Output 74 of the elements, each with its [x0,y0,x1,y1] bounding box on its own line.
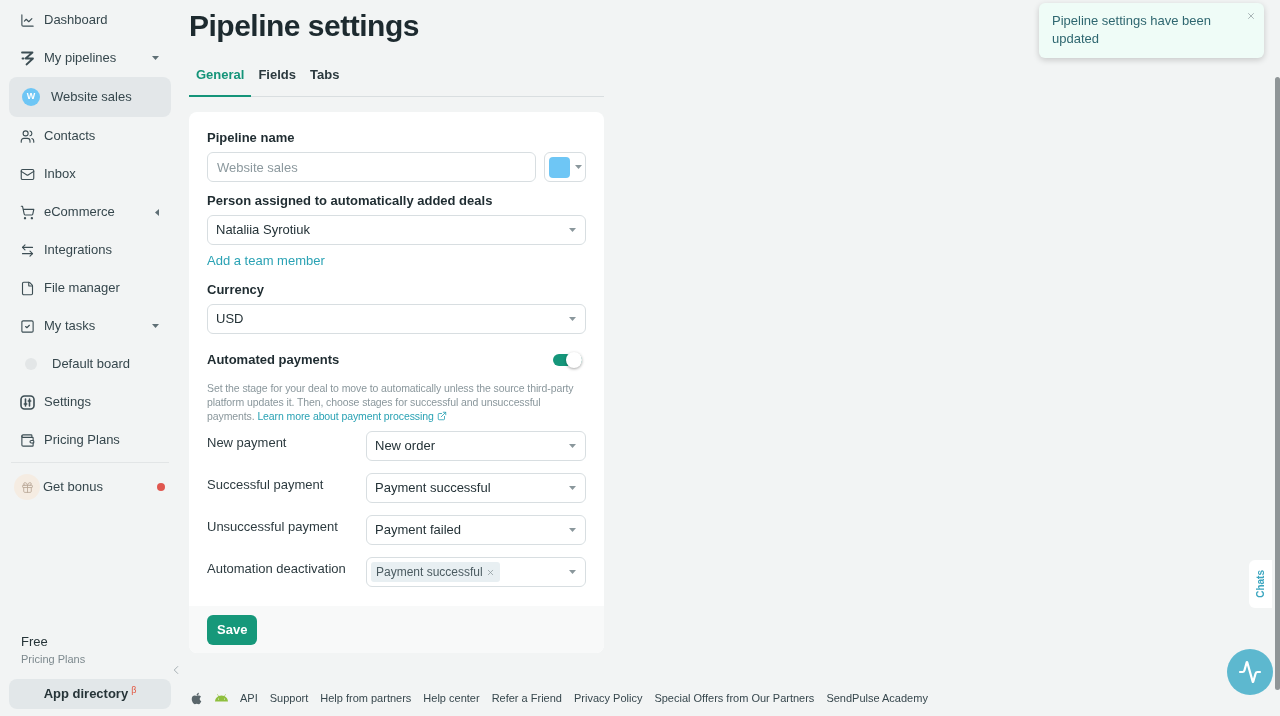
sidebar-item[interactable]: File manager [9,269,171,307]
close-icon [1246,11,1256,21]
plan-name: Free [21,634,48,650]
footer-link[interactable]: Support [269,689,309,707]
sidebar-item[interactable]: Default board [9,345,171,383]
sliders-icon [20,394,35,410]
close-icon [485,567,495,577]
description-text: Set the stage for your deal to move to automatically unless the source third-party platform updates it. Then, choose stages for successful and unsuccessful payments. Learn more about payment processing [207,381,575,423]
stage-multiselect[interactable]: Payment successful [366,557,586,587]
close-button[interactable] [1246,11,1256,21]
check-square-icon [20,318,35,334]
caret-down-icon [569,228,576,232]
sidebar-item[interactable]: Inbox [9,155,171,193]
gift-icon [14,474,40,500]
file-icon [20,280,35,296]
footer-link[interactable]: Help center [423,689,480,707]
users-icon [20,128,35,144]
caret-down-icon [569,528,576,532]
caret-down-icon [575,165,582,169]
wallet-icon [20,432,35,448]
avatar: W [22,88,40,106]
save-button[interactable]: Save [207,615,258,645]
stage-select[interactable]: Payment failed [366,515,586,545]
caret-down-icon [569,570,576,574]
caret-down-icon [569,444,576,448]
toast-message: Pipeline settings have been updated [1052,12,1212,48]
cart-icon [20,204,35,220]
section-title: Automated payments [207,352,340,368]
external-link-icon [436,411,447,421]
arrows-icon [20,242,35,258]
assignee-select[interactable]: Nataliia Syrotiuk [207,215,586,245]
stage-select[interactable]: Payment successful [366,473,586,503]
scrollbar-thumb[interactable] [1275,77,1280,690]
sidebar-item[interactable]: Contacts [9,117,171,155]
zigzag-icon [20,50,35,66]
footer-link[interactable]: Special Offers from Our Partners [654,689,815,707]
footer-link[interactable]: API [240,689,258,707]
field-label: Pipeline name [207,130,296,146]
footer-link[interactable]: Refer a Friend [491,689,562,707]
chart-line-icon [20,12,35,28]
footer-link[interactable]: Help from partners [320,689,412,707]
mail-icon [20,166,35,182]
caret-down-icon [569,317,576,321]
page-title: Pipeline settings [189,8,419,44]
stage-select[interactable]: New order [366,431,586,461]
footer-link[interactable]: SendPulse Academy [826,689,928,707]
tab[interactable]: Fields [251,54,303,97]
apple-logo-icon[interactable] [190,691,203,705]
footer-link[interactable]: Privacy Policy [573,689,643,707]
field-label: Person assigned to automatically added deals [207,193,494,209]
pulse-icon [1238,660,1262,684]
sidebar-item[interactable]: Settings [9,383,171,421]
toggle-switch[interactable] [553,354,582,366]
field-label: New payment [207,434,288,451]
sidebar-item[interactable]: Integrations [9,231,171,269]
field-label: Automation deactivation [207,560,347,577]
sidebar-item[interactable]: My pipelines [9,39,171,77]
currency-select[interactable]: USD [207,304,586,334]
tag-chip[interactable]: Payment successful [371,562,500,582]
chat-button[interactable] [1227,649,1273,695]
color-picker[interactable] [544,152,586,182]
tab[interactable]: Tabs [303,54,347,97]
app-directory-button[interactable]: App directory $^{β}$ [9,679,171,709]
field-label: Unsuccessful payment [207,518,339,535]
sidebar-item[interactable]: Dashboard [9,1,171,39]
sidebar-item[interactable]: Pricing Plans [9,421,171,459]
sidebar-item[interactable]: Get bonus [9,468,171,506]
pipeline-name-field[interactable]: Website sales [207,152,536,182]
caret-down-icon [569,486,576,490]
field-label: Currency [207,282,266,298]
sidebar-item[interactable]: eCommerce [9,193,171,231]
sidebar-item[interactable]: W Website sales [9,77,171,117]
field-label: Successful payment [207,476,325,493]
sidebar-item[interactable]: My tasks [9,307,171,345]
